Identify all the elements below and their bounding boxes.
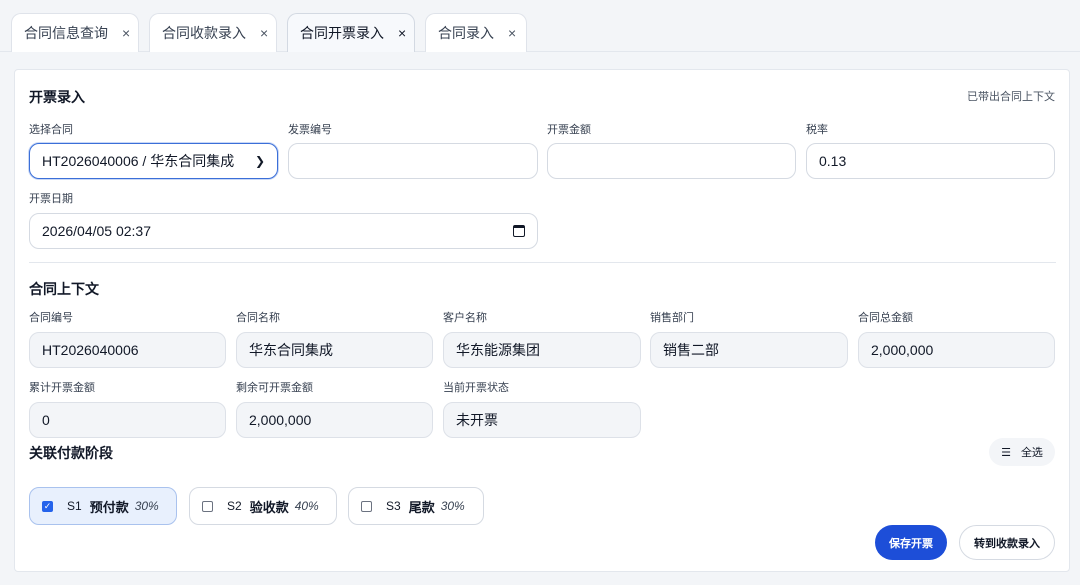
tab-label: 合同录入	[438, 25, 494, 41]
invoice-no-input[interactable]	[288, 143, 538, 179]
stage-pct: 40%	[294, 499, 319, 513]
save-invoice-button[interactable]: 保存开票	[875, 525, 947, 560]
close-icon[interactable]: ×	[122, 25, 130, 41]
tab-invoice-entry[interactable]: 合同开票录入 ×	[287, 13, 415, 52]
calendar-icon[interactable]	[513, 225, 525, 237]
stage-code: S3	[386, 499, 401, 513]
invoice-amount-label: 开票金额	[547, 124, 591, 136]
close-icon[interactable]: ×	[398, 25, 406, 41]
tax-rate-label: 税率	[806, 124, 828, 136]
section-title-invoice: 开票录入	[29, 89, 85, 105]
goto-receipt-button[interactable]: 转到收款录入	[959, 525, 1055, 560]
checklist-icon: ☰	[1001, 446, 1011, 459]
stage-code: S2	[227, 499, 242, 513]
invoice-status-label: 当前开票状态	[443, 382, 509, 394]
invoice-status-value: 未开票	[456, 412, 498, 428]
contract-select-label: 选择合同	[29, 124, 73, 136]
invoice-no-label: 发票编号	[288, 124, 332, 136]
invoice-card: 开票录入 已带出合同上下文 选择合同 HT2026040006 / 华东合同集成…	[14, 69, 1070, 572]
select-all-button[interactable]: ☰ 全选	[989, 438, 1055, 466]
invoice-amount-input[interactable]	[547, 143, 796, 179]
section-title-stages: 关联付款阶段	[29, 445, 113, 461]
tax-rate-input[interactable]: 0.13	[806, 143, 1055, 179]
total-amount-value: 2,000,000	[871, 342, 934, 358]
invoice-date-value: 2026/04/05 02:37	[42, 223, 151, 239]
contract-no-value: HT2026040006	[42, 342, 139, 358]
section-divider	[29, 262, 1056, 263]
invoiced-amount-value: 0	[42, 412, 50, 428]
context-hint: 已带出合同上下文	[967, 91, 1055, 103]
remaining-amount-label: 剩余可开票金额	[236, 382, 313, 394]
stage-chip-s3[interactable]: S3 尾款 30%	[348, 487, 484, 525]
close-icon[interactable]: ×	[260, 25, 268, 41]
invoiced-amount-field: 0	[29, 402, 226, 438]
invoiced-amount-label: 累计开票金额	[29, 382, 95, 394]
stage-code: S1	[67, 499, 82, 513]
invoice-date-label: 开票日期	[29, 193, 73, 205]
remaining-amount-value: 2,000,000	[249, 412, 312, 428]
stage-chip-s2[interactable]: S2 验收款 40%	[189, 487, 337, 525]
invoice-date-input[interactable]: 2026/04/05 02:37	[29, 213, 538, 249]
tab-receipt-entry[interactable]: 合同收款录入 ×	[149, 13, 277, 52]
contract-no-field: HT2026040006	[29, 332, 226, 368]
checkbox-icon[interactable]	[202, 500, 213, 512]
invoice-status-field: 未开票	[443, 402, 641, 438]
contract-no-label: 合同编号	[29, 312, 73, 324]
tab-contract-entry[interactable]: 合同录入 ×	[425, 13, 527, 52]
section-title-context: 合同上下文	[29, 281, 99, 297]
checkbox-icon[interactable]	[361, 500, 372, 512]
tab-label: 合同收款录入	[162, 25, 246, 41]
stage-name: 预付款	[89, 499, 129, 515]
tab-bar: 合同信息查询 × 合同收款录入 × 合同开票录入 × 合同录入 ×	[0, 0, 1080, 52]
chevron-down-icon: ❯	[254, 154, 265, 168]
tab-label: 合同信息查询	[24, 25, 108, 41]
total-amount-field: 2,000,000	[858, 332, 1055, 368]
close-icon[interactable]: ×	[508, 25, 516, 41]
contract-select[interactable]: HT2026040006 / 华东合同集成 ❯	[29, 143, 278, 179]
contract-name-value: 华东合同集成	[249, 342, 333, 358]
contract-name-label: 合同名称	[236, 312, 280, 324]
customer-value: 华东能源集团	[456, 342, 540, 358]
stage-pct: 30%	[134, 499, 159, 513]
contract-name-field: 华东合同集成	[236, 332, 433, 368]
select-all-label: 全选	[1020, 447, 1043, 459]
checkbox-checked-icon[interactable]: ✓	[42, 500, 53, 512]
stage-chip-s1[interactable]: ✓ S1 预付款 30%	[29, 487, 177, 525]
stage-pct: 30%	[440, 499, 465, 513]
customer-field: 华东能源集团	[443, 332, 641, 368]
stage-name: 尾款	[408, 499, 435, 515]
remaining-amount-field: 2,000,000	[236, 402, 433, 438]
contract-select-value: HT2026040006 / 华东合同集成	[42, 153, 235, 169]
customer-label: 客户名称	[443, 312, 487, 324]
stage-name: 验收款	[249, 499, 289, 515]
dept-field: 销售二部	[650, 332, 848, 368]
dept-label: 销售部门	[650, 312, 694, 324]
tab-label: 合同开票录入	[300, 25, 384, 41]
tax-rate-value: 0.13	[819, 153, 847, 169]
tab-contract-query[interactable]: 合同信息查询 ×	[11, 13, 139, 52]
dept-value: 销售二部	[663, 342, 719, 358]
total-amount-label: 合同总金额	[858, 312, 913, 324]
